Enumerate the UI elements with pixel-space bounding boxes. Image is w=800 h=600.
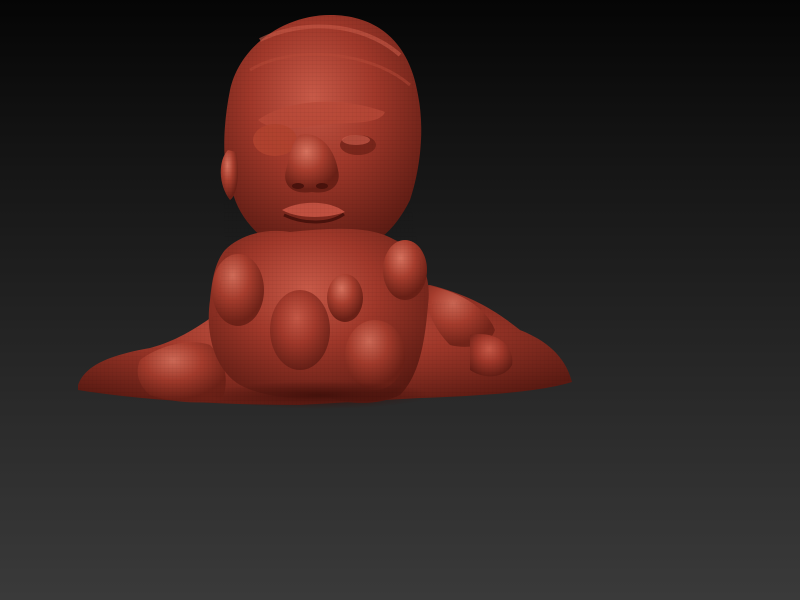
3d-viewport[interactable] bbox=[0, 0, 800, 600]
sculpt-bust-icon[interactable] bbox=[0, 0, 800, 600]
mesh-texture bbox=[78, 15, 572, 405]
